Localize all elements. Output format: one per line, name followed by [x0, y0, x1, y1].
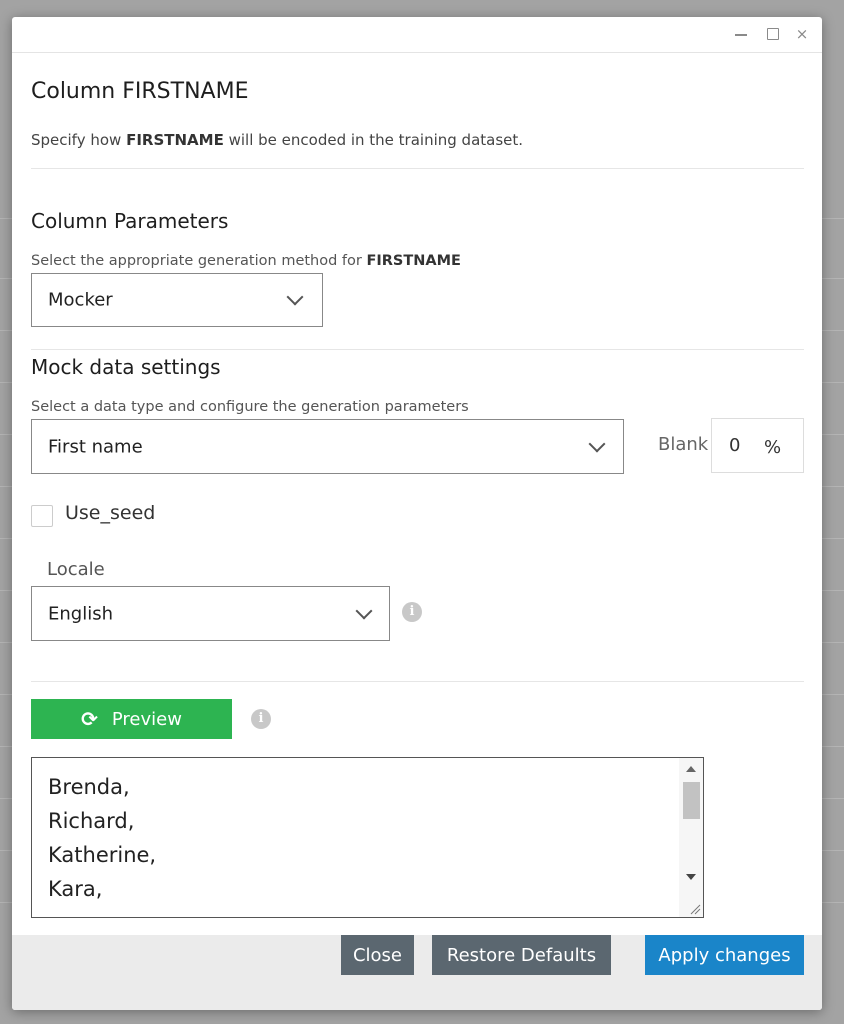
scroll-down-arrow-icon[interactable] — [686, 874, 696, 880]
divider — [31, 168, 804, 169]
chevron-down-icon — [286, 288, 304, 306]
restore-defaults-button[interactable]: Restore Defaults — [432, 935, 611, 975]
mock-data-settings-heading: Mock data settings — [31, 355, 221, 379]
locale-value: English — [48, 603, 113, 624]
divider — [31, 681, 804, 682]
generation-method-select[interactable]: Mocker — [31, 273, 323, 327]
preview-line: Brenda, — [48, 775, 130, 799]
dialog-title: Column FIRSTNAME — [31, 79, 249, 104]
close-window-button[interactable]: × — [793, 25, 811, 43]
subtitle-column-name: FIRSTNAME — [126, 131, 224, 149]
preview-button-label: Preview — [111, 708, 182, 730]
chevron-down-icon — [355, 602, 373, 619]
preview-info-icon[interactable]: i — [251, 709, 271, 729]
preview-line: Richard, — [48, 809, 135, 833]
data-type-label: Select a data type and configure the gen… — [31, 399, 469, 415]
scroll-up-arrow-icon[interactable] — [686, 766, 696, 772]
preview-button[interactable]: ⟳ Preview — [31, 699, 232, 739]
divider — [31, 349, 804, 350]
locale-info-icon[interactable]: i — [402, 602, 422, 622]
subtitle-suffix: will be encoded in the training dataset. — [223, 131, 524, 149]
close-button[interactable]: Close — [341, 935, 414, 975]
column-config-dialog: × Column FIRSTNAME Specify how FIRSTNAME… — [12, 17, 822, 1010]
data-type-value: First name — [48, 436, 143, 457]
maximize-icon — [767, 28, 779, 40]
blank-label: Blank — [658, 434, 709, 455]
preview-scrollbar[interactable] — [679, 758, 703, 917]
preview-output: Brenda, Richard, Katherine, Kara, — [48, 770, 156, 906]
maximize-button[interactable] — [764, 25, 782, 43]
resize-grip-icon[interactable] — [689, 903, 701, 915]
apply-changes-button[interactable]: Apply changes — [645, 935, 804, 975]
method-label: Select the appropriate generation method… — [31, 253, 461, 269]
method-label-prefix: Select the appropriate generation method… — [31, 253, 367, 269]
data-type-select[interactable]: First name — [31, 419, 624, 474]
subtitle-prefix: Specify how — [31, 131, 127, 149]
column-parameters-heading: Column Parameters — [31, 209, 229, 233]
chevron-down-icon — [588, 435, 606, 452]
minimize-icon — [735, 34, 747, 36]
dialog-subtitle: Specify how FIRSTNAME will be encoded in… — [31, 131, 523, 149]
locale-select[interactable]: English — [31, 586, 390, 641]
preview-line: Katherine, — [48, 843, 157, 867]
generation-method-value: Mocker — [48, 289, 113, 311]
blank-percent-input[interactable]: 0 % — [711, 418, 804, 473]
minimize-button[interactable] — [732, 25, 750, 43]
percent-unit: % — [764, 437, 782, 458]
locale-label: Locale — [47, 559, 105, 580]
preview-textarea[interactable]: Brenda, Richard, Katherine, Kara, — [31, 757, 704, 918]
dialog-titlebar[interactable]: × — [12, 17, 822, 53]
scroll-thumb[interactable] — [683, 782, 700, 819]
method-label-column: FIRSTNAME — [366, 253, 461, 269]
close-icon: × — [795, 25, 809, 43]
use-seed-label[interactable]: Use_seed — [65, 502, 155, 524]
preview-line: Kara, — [48, 877, 103, 901]
refresh-icon: ⟳ — [81, 707, 98, 731]
blank-percent-value: 0 — [729, 435, 741, 456]
use-seed-checkbox[interactable] — [31, 505, 53, 527]
